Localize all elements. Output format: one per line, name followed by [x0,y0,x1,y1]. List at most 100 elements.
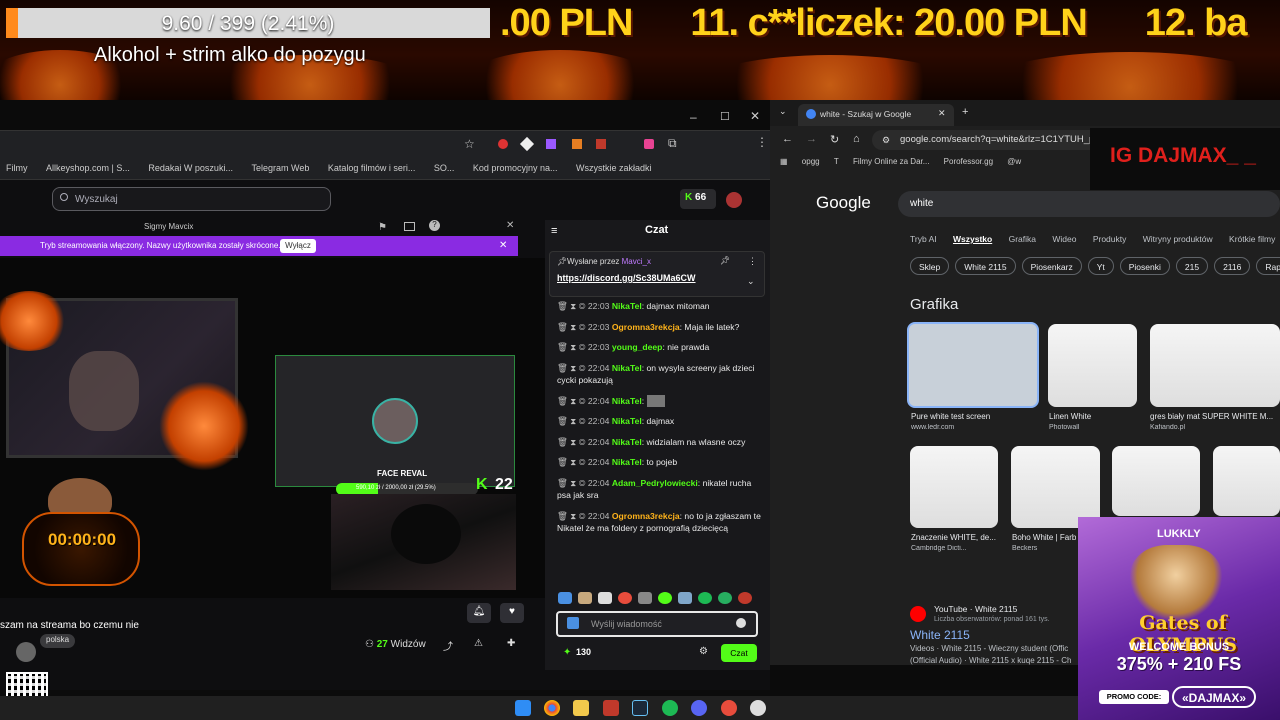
search-tab[interactable]: Tryb AI [910,234,937,244]
extension-icon[interactable] [572,139,582,149]
image-result[interactable] [1011,446,1100,528]
youtube-result-title[interactable]: White 2115 [910,628,970,642]
search-tab-active[interactable]: Wszystko [953,234,992,244]
pin-icon[interactable]: ⚑ [378,222,387,233]
extension-icon[interactable] [596,139,606,149]
bookmark-item[interactable]: Filmy [6,163,28,173]
bookmark-item[interactable]: Telegram Web [251,163,309,173]
emote-icon[interactable] [738,592,752,604]
emote-icon[interactable] [578,592,592,604]
extension-icon[interactable] [519,136,535,152]
message-username[interactable]: NikaTel [612,416,642,426]
chat-settings-gear-icon[interactable]: ⚙ [699,646,708,657]
image-caption[interactable]: Boho White | Farb... [1012,533,1076,542]
search-tab[interactable]: Witryny produktów [1143,234,1213,244]
notification-bell-button[interactable]: 🔔︎ [467,603,491,623]
extension-icon[interactable] [498,139,508,149]
spotify-icon[interactable] [662,700,678,716]
search-tab[interactable]: Krótkie filmy [1229,234,1275,244]
emote-bar[interactable] [558,592,758,606]
report-icon[interactable]: ⚠ [474,638,483,649]
apps-grid-icon[interactable]: ▦ [780,157,788,166]
search-chip[interactable]: Piosenkarz [1021,257,1082,275]
search-input[interactable]: Wyszukaj [52,187,331,211]
bookmark-item[interactable]: Porofessor.gg [944,157,993,166]
menu-icon[interactable]: ⋮ [756,135,768,149]
image-caption[interactable]: Znaczenie WHITE, de... [911,533,1001,542]
message-username[interactable]: Ogromna3rekcja [612,511,680,521]
address-bar[interactable]: google.com/search?q=white&rlz=1C1YTUH_p [872,130,1102,150]
pinned-link[interactable]: https://discord.gg/Sc38UMa6CW [557,273,696,283]
search-chip[interactable]: White 2115 [955,257,1016,275]
message-username[interactable]: young_deep [612,342,663,352]
app-icon[interactable] [721,700,737,716]
new-tab-icon[interactable]: + [962,106,968,118]
extension-icon[interactable] [546,139,556,149]
google-logo[interactable]: Google [816,193,871,213]
share-icon[interactable]: ⤴ [443,638,453,653]
tag-polska[interactable]: polska [40,634,76,648]
avatar[interactable] [726,192,742,208]
bookmark-item[interactable]: opgg [802,157,820,166]
search-chip[interactable]: Rapper [1256,257,1280,275]
image-caption[interactable]: Linen White [1049,412,1139,421]
maximize-button[interactable]: ☐ [720,110,730,123]
chrome-icon[interactable] [544,700,560,716]
search-chip[interactable]: 215 [1175,257,1209,275]
back-icon[interactable]: ← [782,133,793,145]
app-icon[interactable] [603,700,619,716]
tab-list-chevron-icon[interactable]: ⌄ [779,106,787,117]
message-username[interactable]: NikaTel [612,301,642,311]
app-icon[interactable] [750,700,766,716]
extension-icon[interactable] [644,139,654,149]
popout-close-icon[interactable]: ✕ [506,220,514,231]
bookmark-item[interactable]: @w [1007,157,1021,166]
image-result[interactable] [907,322,1039,408]
tab-close-icon[interactable]: ✕ [938,108,946,119]
emote-icon[interactable] [618,592,632,604]
message-username[interactable]: NikaTel [612,396,642,406]
image-result[interactable] [910,446,998,528]
bookmark-item[interactable]: Filmy Online za Dar... [853,157,929,166]
image-caption[interactable]: gres biały mat SUPER WHITE M... [1150,412,1278,421]
emote-icon[interactable] [678,592,692,604]
star-icon[interactable]: ☆ [464,137,475,151]
bookmark-item[interactable]: SO... [434,163,455,173]
search-chip[interactable]: Yt [1087,257,1114,275]
help-icon[interactable]: ? [429,220,440,231]
discord-icon[interactable] [691,700,707,716]
bookmark-item[interactable]: Wszystkie zakładki [576,163,652,173]
search-tab[interactable]: Grafika [1009,234,1036,244]
message-username[interactable]: NikaTel [612,457,642,467]
search-tab[interactable]: Wideo [1052,234,1076,244]
message-username[interactable]: NikaTel [612,363,642,373]
emote-icon[interactable] [638,592,652,604]
tab-google-search[interactable]: white - Szukaj w Google [798,104,954,126]
forward-icon[interactable]: → [806,133,817,145]
puzzle-icon[interactable]: ⧉ [668,136,677,151]
send-chat-button[interactable]: Czat [721,644,757,662]
pinned-menu-icon[interactable]: ⋮ [748,256,757,267]
search-chip[interactable]: 2116 [1214,257,1251,275]
search-chip[interactable]: Piosenki [1119,257,1170,275]
search-chip[interactable]: Sklep [910,257,950,275]
bookmark-item[interactable]: Redakai W poszuki... [148,163,233,173]
bookmark-item[interactable]: Katalog filmów i seri... [328,163,416,173]
message-username[interactable]: NikaTel [612,437,642,447]
image-result[interactable] [1048,324,1137,407]
bookmark-item[interactable]: Allkeyshop.com | S... [46,163,130,173]
unpin-icon[interactable]: 📌︎ [720,256,730,265]
emote-icon[interactable] [598,592,612,604]
picture-in-picture-icon[interactable] [404,222,415,231]
google-search-input[interactable]: white [898,191,1280,217]
image-caption[interactable]: Pure white test screen [911,412,1039,421]
add-user-icon[interactable]: ✚ [507,638,515,649]
chevron-down-icon[interactable]: ⌄ [747,276,755,287]
emote-icon[interactable] [558,592,572,604]
message-username[interactable]: Adam_Pedrylowiecki [612,478,698,488]
bookmark-item[interactable]: Kod promocyjny na... [473,163,558,173]
reload-icon[interactable]: ↻ [830,133,839,146]
collapse-chat-icon[interactable]: ≡ [551,225,557,237]
notice-close-icon[interactable]: ✕ [499,240,507,251]
image-result[interactable] [1112,446,1200,516]
